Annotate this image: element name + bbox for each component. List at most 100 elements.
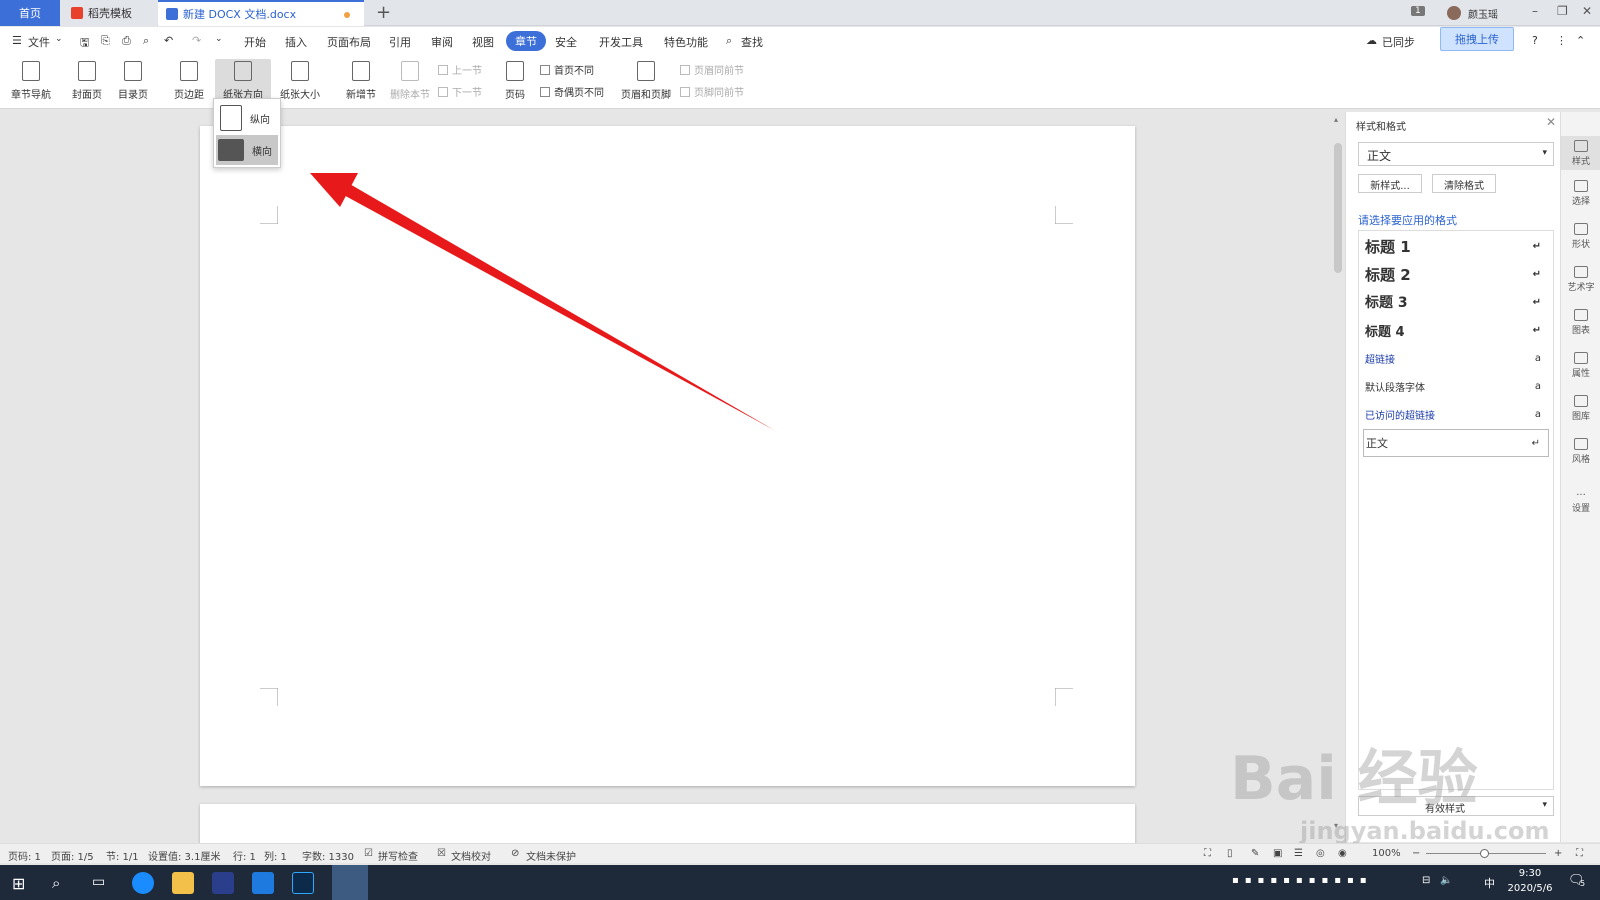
app-icon[interactable] [212,872,234,894]
username[interactable]: 颜玉瑶 [1468,6,1498,21]
sidebar-properties[interactable]: 属性 [1561,352,1600,379]
menu-devtools[interactable]: 开发工具 [599,34,643,50]
page-number-button[interactable]: 页码 [498,59,532,105]
undo-icon[interactable]: ↶ [164,34,173,47]
status-words[interactable]: 字数: 1330 [302,848,354,863]
header-footer-button[interactable]: 页眉和页脚 [618,59,674,105]
status-row[interactable]: 行: 1 [233,848,256,863]
file-explorer-icon[interactable] [172,872,194,894]
status-col[interactable]: 列: 1 [264,848,287,863]
restore-icon[interactable]: ❐ [1557,4,1568,18]
cloud-sync-icon[interactable]: ☁ [1366,34,1377,47]
chevron-down-icon[interactable]: ⌄ [55,34,63,44]
status-page[interactable]: 页面: 1/5 [51,848,94,863]
footer-same-checkbox[interactable]: 页脚同前节 [680,84,744,99]
zoom-slider-thumb[interactable] [1480,849,1489,858]
network-icon[interactable]: ⊟ [1422,875,1430,886]
save-icon[interactable]: 🖫 [80,34,89,53]
task-view-icon[interactable]: ▭ [92,874,105,890]
protect-status[interactable]: 文档未保护 [526,848,576,863]
next-section-button[interactable]: 下一节 [438,84,482,99]
export-icon[interactable]: ⎘ [101,34,110,48]
windows-start-icon[interactable]: ⊞ [12,874,25,893]
photoshop-icon[interactable] [292,872,314,894]
spell-check-icon[interactable]: ☑ [364,848,373,859]
zoom-value[interactable]: 100% [1372,848,1401,859]
collapse-ribbon-icon[interactable]: ⌃ [1576,34,1585,47]
header-same-checkbox[interactable]: 页眉同前节 [680,62,744,77]
sidebar-select[interactable]: 选择 [1561,180,1600,207]
clear-format-button[interactable]: 清除格式 [1432,174,1496,193]
menu-file[interactable]: 文件 [28,34,50,50]
sidebar-theme[interactable]: 风格 [1561,438,1600,465]
sidebar-gallery[interactable]: 图库 [1561,395,1600,422]
panel-title[interactable]: 样式和格式 [1356,118,1406,133]
sidebar-chart[interactable]: 图表 [1561,309,1600,336]
vertical-scrollbar[interactable]: ▴ ▾ [1334,115,1342,835]
new-style-button[interactable]: 新样式... [1358,174,1422,193]
new-section-button[interactable]: 新增节 [340,59,382,105]
minimize-icon[interactable]: – [1532,4,1538,18]
upload-button[interactable]: 拖拽上传 [1440,27,1514,51]
customize-icon[interactable]: ⌄ [215,34,223,44]
page-view-icon[interactable]: ▣ [1273,848,1282,859]
proof-button[interactable]: 文档校对 [451,848,491,863]
eye-protect-icon[interactable]: ◉ [1338,848,1347,859]
margin-button[interactable]: 页边距 [168,59,210,105]
style-heading-2[interactable]: 标题 2 ↵ [1363,261,1549,287]
outline-view-icon[interactable]: ☰ [1294,848,1303,859]
volume-icon[interactable]: 🔈 [1440,875,1452,886]
menu-features[interactable]: 特色功能 [664,34,708,50]
fit-page-icon[interactable]: ⛶ [1576,848,1583,859]
menu-start[interactable]: 开始 [244,34,266,50]
reading-mode-icon[interactable]: ▯ [1227,848,1233,859]
current-style-select[interactable]: 正文 ▾ [1358,142,1554,166]
menu-icon[interactable]: ☰ [12,34,22,47]
edit-mode-icon[interactable]: ✎ [1251,848,1259,859]
zoom-out-icon[interactable]: − [1412,848,1420,859]
search-button[interactable]: 查找 [741,34,763,50]
menu-security[interactable]: 安全 [555,34,577,50]
panel-close-icon[interactable]: ✕ [1546,115,1556,129]
spell-check-button[interactable]: 拼写检查 [378,848,418,863]
cover-page-button[interactable]: 封面页 [66,59,108,105]
orientation-landscape-option[interactable]: 横向 [216,135,278,165]
chapter-nav-button[interactable]: 章节导航 [8,59,54,105]
clock-date[interactable]: 2020/5/6 [1503,883,1557,894]
tab-home[interactable]: 首页 [0,0,60,26]
window-count-badge[interactable]: 1 [1411,6,1425,16]
style-hyperlink[interactable]: 超链接 a [1363,345,1549,371]
sidebar-style[interactable]: 样式 [1561,136,1600,170]
menu-chapter[interactable]: 章节 [506,31,546,51]
menu-view[interactable]: 视图 [472,34,494,50]
menu-review[interactable]: 审阅 [431,34,453,50]
style-heading-3[interactable]: 标题 3 ↵ [1363,289,1549,315]
style-heading-4[interactable]: 标题 4 ↵ [1363,317,1549,343]
sidebar-shape[interactable]: 形状 [1561,223,1600,250]
status-setting[interactable]: 设置值: 3.1厘米 [148,848,220,863]
delete-section-button[interactable]: 删除本节 [388,59,432,105]
prev-section-button[interactable]: 上一节 [438,62,482,77]
scroll-up-icon[interactable]: ▴ [1334,115,1338,124]
sidebar-wordart[interactable]: 艺术字 [1561,266,1600,293]
paper-size-button[interactable]: 纸张大小 [274,59,326,105]
odd-even-diff-checkbox[interactable]: 奇偶页不同 [540,84,604,99]
tab-document[interactable]: 新建 DOCX 文档.docx [158,0,364,26]
style-heading-1[interactable]: 标题 1 ↵ [1363,233,1549,259]
ime-indicator[interactable]: 中 [1484,875,1495,891]
style-visited-hyperlink[interactable]: 已访问的超链接 a [1363,401,1549,427]
proof-icon[interactable]: ☒ [437,848,446,859]
sync-status[interactable]: 已同步 [1382,34,1415,50]
close-icon[interactable]: ✕ [1582,4,1592,18]
sidebar-settings[interactable]: ··· 设置 [1561,490,1600,514]
tray-icons[interactable]: ▪▪▪▪▪▪▪▪▪▪▪ [1232,875,1373,886]
scroll-thumb[interactable] [1334,143,1342,273]
protect-icon[interactable]: ⊘ [511,848,519,859]
tab-template[interactable]: 稻壳模板 [61,0,157,26]
avatar[interactable] [1447,6,1461,20]
status-page-no[interactable]: 页码: 1 [8,848,41,863]
menu-reference[interactable]: 引用 [389,34,411,50]
status-section[interactable]: 节: 1/1 [106,848,139,863]
clock-time[interactable]: 9:30 [1510,868,1550,879]
redo-icon[interactable]: ↷ [192,34,201,47]
